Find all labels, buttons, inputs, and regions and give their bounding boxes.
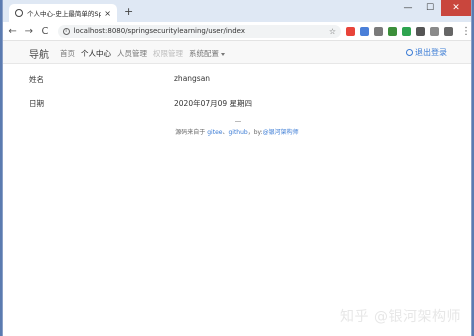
date-value: 2020年07月09 星期四 [174, 99, 253, 108]
footer-by: ，by: [247, 129, 263, 136]
user-icon [406, 49, 413, 56]
extension-icon[interactable] [345, 26, 355, 36]
nav-link-settings-dropdown[interactable]: 系统配置 [189, 48, 225, 59]
nav-link-permissions: 权限管理 [153, 49, 183, 58]
author-link[interactable]: @银河架构师 [263, 129, 299, 136]
address-bar[interactable]: i localhost:8080/springsecuritylearning/… [57, 24, 341, 38]
browser-window: 个人中心-史上最简单的Spring S × + — ☐ ✕ ← → C i lo… [2, 0, 472, 336]
nav-links: 首页 个人中心 人员管理 权限管理 系统配置 [60, 48, 225, 59]
nav-link-settings-label: 系统配置 [189, 49, 219, 58]
maximize-button[interactable]: ☐ [419, 0, 441, 16]
extension-icon[interactable] [401, 26, 411, 36]
extension-icon[interactable] [387, 26, 397, 36]
zhihu-watermark: 知乎 @银河架构师 [340, 309, 461, 325]
nav-link-profile[interactable]: 个人中心 [81, 48, 111, 59]
extension-icon[interactable] [429, 26, 439, 36]
window-controls: — ☐ ✕ [397, 0, 471, 16]
profile-row-date: 日期 2020年07月09 星期四 [29, 98, 449, 112]
navbar-brand[interactable]: 导航 [29, 46, 49, 61]
nav-link-home[interactable]: 首页 [60, 48, 75, 59]
date-label: 日期 [29, 99, 44, 108]
logout-link[interactable]: 退出登录 [406, 47, 447, 58]
profile-row-name: 姓名 zhangsan [29, 74, 449, 88]
reload-button[interactable]: C [38, 26, 51, 37]
extension-icon[interactable] [415, 26, 425, 36]
forward-button[interactable]: → [22, 26, 35, 37]
footer-prefix: 源码来自于 [175, 129, 206, 136]
footer-text: 源码来自于 gitee、github，by:@银河架构师 [3, 127, 471, 136]
new-tab-button[interactable]: + [124, 6, 133, 18]
caret-down-icon [221, 52, 225, 56]
minimize-button[interactable]: — [397, 0, 419, 16]
close-tab-icon[interactable]: × [104, 9, 111, 18]
back-button[interactable]: ← [6, 26, 19, 37]
footer-divider [235, 121, 241, 122]
close-window-button[interactable]: ✕ [441, 0, 471, 16]
logout-label: 退出登录 [415, 48, 447, 57]
name-value: zhangsan [174, 74, 211, 83]
browser-tab[interactable]: 个人中心-史上最简单的Spring S × [9, 4, 117, 22]
browser-menu-icon[interactable]: ⋮ [461, 26, 471, 37]
tab-strip: 个人中心-史上最简单的Spring S × + — ☐ ✕ [3, 0, 471, 22]
url-text[interactable]: localhost:8080/springsecuritylearning/us… [74, 27, 245, 35]
extension-icon[interactable] [443, 26, 453, 36]
browser-toolbar: ← → C i localhost:8080/springsecuritylea… [3, 22, 471, 41]
name-label: 姓名 [29, 75, 44, 84]
tab-title: 个人中心-史上最简单的Spring S [27, 10, 102, 18]
bookmark-star-icon[interactable]: ☆ [329, 27, 336, 36]
site-navbar: 导航 首页 个人中心 人员管理 权限管理 系统配置 退出登录 [3, 41, 471, 64]
info-icon[interactable]: i [62, 27, 70, 35]
extensions-area [341, 26, 453, 36]
extension-icon[interactable] [373, 26, 383, 36]
gitee-link[interactable]: gitee [207, 129, 222, 136]
nav-link-users[interactable]: 人员管理 [117, 48, 147, 59]
github-link[interactable]: github [228, 129, 247, 136]
extension-icon[interactable] [359, 26, 369, 36]
globe-icon [15, 9, 23, 17]
